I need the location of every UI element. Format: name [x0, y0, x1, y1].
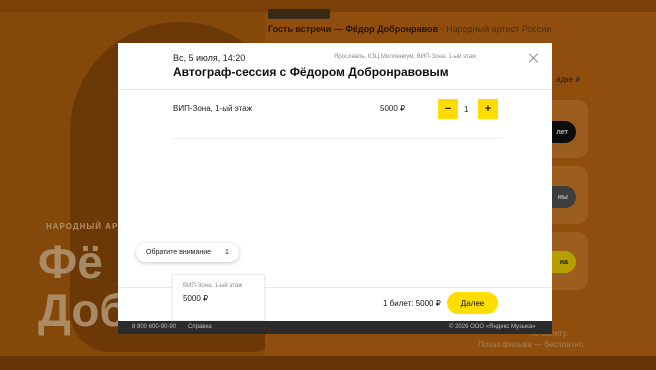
ticket-quantity: 1 — [464, 105, 469, 114]
close-icon[interactable] — [527, 51, 541, 65]
support-phone: 8 800 600-90-90 — [132, 324, 177, 330]
copyright: © 2026 ООО «Яндекс Музыка» — [449, 324, 536, 330]
attention-count-badge: 1 — [225, 249, 229, 256]
ticket-modal: Вс, 5 июля, 14:20 Ярославль, КЗЦ Миллени… — [118, 43, 552, 334]
help-link[interactable]: Справка — [188, 324, 212, 330]
next-button[interactable]: Далее — [447, 292, 498, 314]
modal-header: Вс, 5 июля, 14:20 Ярославль, КЗЦ Миллени… — [118, 43, 552, 90]
ticket-row: ВИП-Зона, 1-ый этаж 5000 ₽ − 1 + — [173, 97, 503, 119]
decrease-quantity-button[interactable]: − — [438, 99, 458, 119]
page-footer: 8 800 600-90-90 Справка © 2026 ООО «Янде… — [118, 321, 552, 334]
event-venue: Ярославль, КЗЦ Миллениум, ВИП-Зона, 1-ый… — [334, 54, 476, 60]
selected-ticket-zone: ВИП-Зона, 1-ый этаж — [183, 283, 243, 289]
attention-label: Обратите внимание — [146, 249, 212, 256]
attention-notice-button[interactable]: Обратите внимание 1 — [136, 243, 239, 262]
selected-ticket-card: ВИП-Зона, 1-ый этаж 5000 ₽ — [172, 274, 265, 321]
increase-quantity-button[interactable]: + — [478, 99, 498, 119]
selected-ticket-price: 5000 ₽ — [183, 294, 209, 303]
divider — [173, 138, 501, 139]
ticket-price: 5000 ₽ — [380, 104, 406, 113]
event-title: Автограф-сессия с Фёдором Добронравовым — [173, 65, 449, 79]
order-total: 1 билет: 5000 ₽ — [383, 299, 441, 308]
ticket-zone-name: ВИП-Зона, 1-ый этаж — [173, 104, 252, 113]
event-date: Вс, 5 июля, 14:20 — [173, 53, 246, 63]
